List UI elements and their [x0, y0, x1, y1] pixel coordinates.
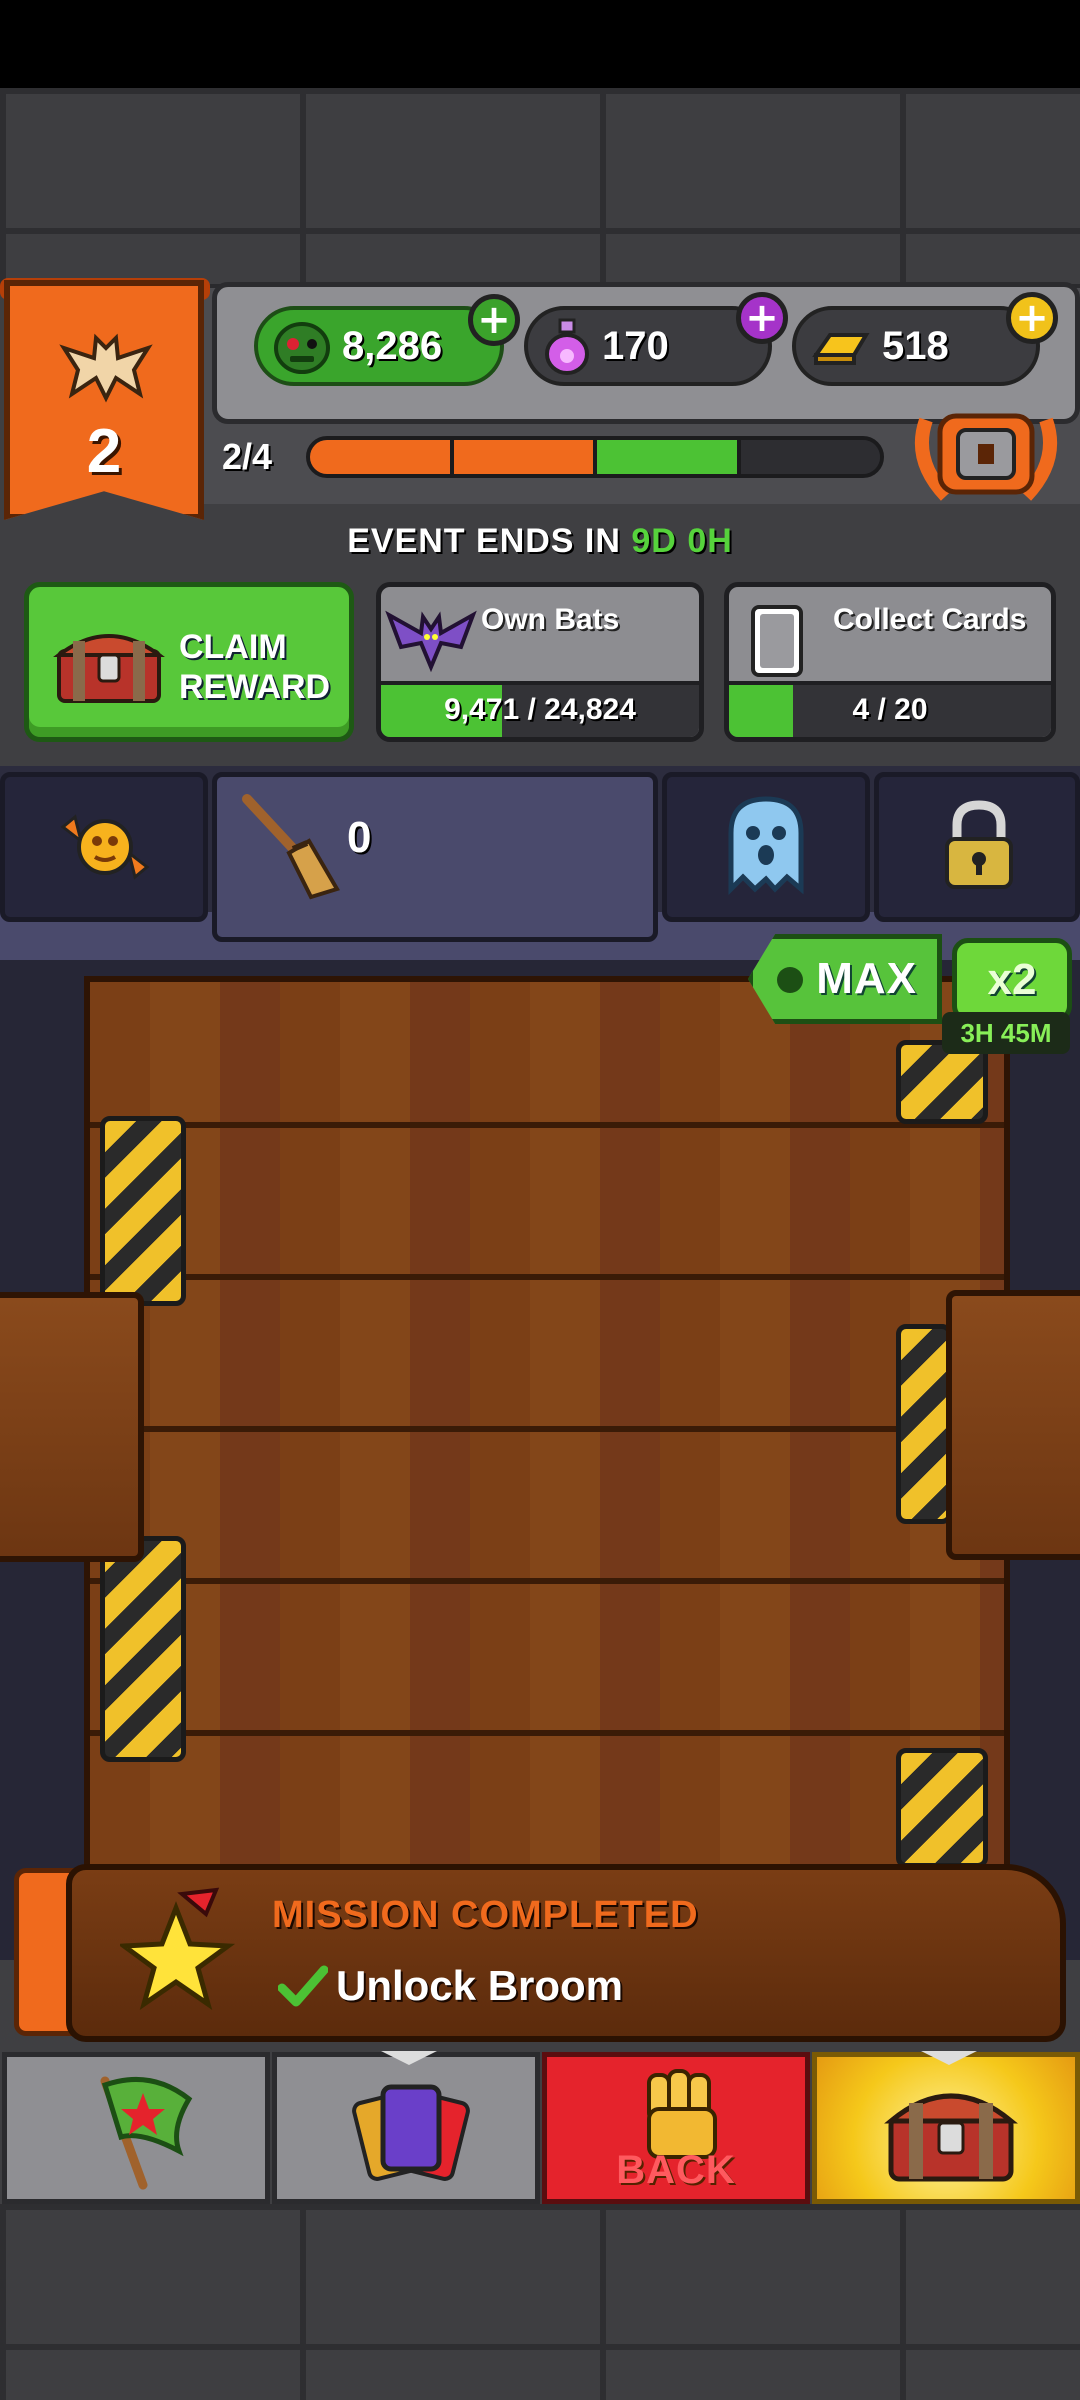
level-reward-chest[interactable] — [906, 400, 1066, 510]
tab-broom[interactable]: 0 — [212, 772, 658, 942]
laurel-chest-icon — [914, 413, 1058, 501]
bat-icon — [59, 333, 153, 403]
nav-cards-button[interactable] — [272, 2051, 540, 2204]
progress-segment — [310, 440, 454, 474]
x2-label: x2 — [987, 955, 1037, 1004]
potion-value: 170 — [602, 323, 669, 368]
claim-reward-line1: CLAIM — [179, 628, 287, 666]
treasure-chest-icon — [53, 634, 165, 703]
card-icon — [751, 605, 803, 677]
max-button[interactable]: MAX — [748, 934, 942, 1024]
event-days: 9D — [631, 522, 677, 560]
hazard-post — [100, 1536, 186, 1762]
padlock-icon — [945, 800, 1013, 889]
progress-segment — [740, 440, 880, 474]
mission-toast-tab — [14, 1868, 74, 2036]
collect-cards-progress-text: 4 / 20 — [852, 693, 928, 726]
progress-segment — [597, 440, 741, 474]
add-zombie-coins-button[interactable]: + — [468, 294, 520, 346]
flag-icon — [100, 2076, 193, 2190]
add-gold-button[interactable]: + — [1006, 292, 1058, 344]
own-bats-title: Own Bats — [481, 603, 620, 636]
broom-icon — [242, 794, 340, 900]
own-bats-progress: 9,471 / 24,824 — [381, 681, 699, 737]
event-hours: 0H — [687, 522, 733, 560]
hazard-post — [896, 1324, 952, 1524]
own-bats-progress-text: 9,471 / 24,824 — [444, 693, 636, 726]
cards-icon — [352, 2084, 470, 2181]
collect-cards-progress: 4 / 20 — [729, 681, 1051, 737]
level-number: 2 — [86, 417, 122, 486]
nav-back-button[interactable]: BACK — [542, 2052, 810, 2204]
level-progress-label: 2/4 — [222, 436, 273, 477]
gold-value: 518 — [882, 323, 949, 368]
nav-notch-icon — [921, 2051, 977, 2065]
event-timer: EVENT ENDS IN 9D 0H — [0, 522, 1080, 561]
nav-chest-button[interactable] — [812, 2051, 1080, 2204]
hazard-post — [896, 1748, 988, 1868]
tag-hole-icon — [777, 967, 803, 993]
zombie-coin-counter[interactable]: 8,286 — [254, 306, 504, 386]
purple-bat-icon — [385, 610, 477, 673]
progress-segment — [453, 440, 597, 474]
stone-wall — [0, 88, 1080, 288]
level-banner[interactable]: 2 — [4, 280, 204, 520]
level-progress-bar — [306, 436, 884, 478]
event-timer-prefix: EVENT ENDS IN — [347, 522, 632, 560]
boost-timer: 3H 45M — [942, 1012, 1070, 1054]
tab-ghost[interactable] — [662, 772, 870, 922]
zombie-coin-value: 8,286 — [342, 323, 443, 368]
gold-bar-icon — [812, 333, 870, 365]
back-label: BACK — [616, 2148, 736, 2192]
collect-cards-task[interactable]: Collect Cards 4 / 20 — [724, 582, 1056, 742]
side-plank-right — [946, 1290, 1080, 1560]
zombie-head-icon — [274, 322, 330, 374]
status-bar — [0, 0, 1080, 88]
tab-candy[interactable] — [0, 772, 208, 922]
claim-reward-label: CLAIM REWARD — [179, 627, 349, 707]
chest-icon — [884, 2093, 1018, 2182]
star-icon — [120, 1887, 236, 2010]
mission-task: Unlock Broom — [336, 1962, 624, 2009]
side-plank-left — [0, 1292, 144, 1562]
ghost-icon — [728, 796, 804, 896]
candy-icon — [60, 814, 150, 880]
potion-icon — [545, 318, 589, 375]
own-bats-task[interactable]: Own Bats 9,471 / 24,824 — [376, 582, 704, 742]
x2-boost-button[interactable]: x2 — [952, 938, 1072, 1022]
nav-notch-icon — [381, 2051, 437, 2065]
broom-count: 0 — [347, 813, 372, 862]
add-potion-button[interactable]: + — [736, 292, 788, 344]
hazard-post — [100, 1116, 186, 1306]
claim-reward-line2: REWARD — [179, 668, 331, 706]
stone-wall-bottom — [0, 2204, 1080, 2400]
wooden-board[interactable] — [84, 976, 1010, 1886]
max-label: MAX — [816, 954, 917, 1003]
tab-locked[interactable] — [874, 772, 1080, 922]
potion-counter[interactable]: 170 — [524, 306, 772, 386]
checkmark-icon — [278, 1965, 328, 2007]
mission-title: MISSION COMPLETED — [272, 1894, 699, 1936]
gold-counter[interactable]: 518 — [792, 306, 1040, 386]
claim-reward-button[interactable]: CLAIM REWARD — [24, 582, 354, 742]
nav-flag-button[interactable] — [2, 2052, 270, 2204]
collect-cards-title: Collect Cards — [833, 603, 1027, 636]
